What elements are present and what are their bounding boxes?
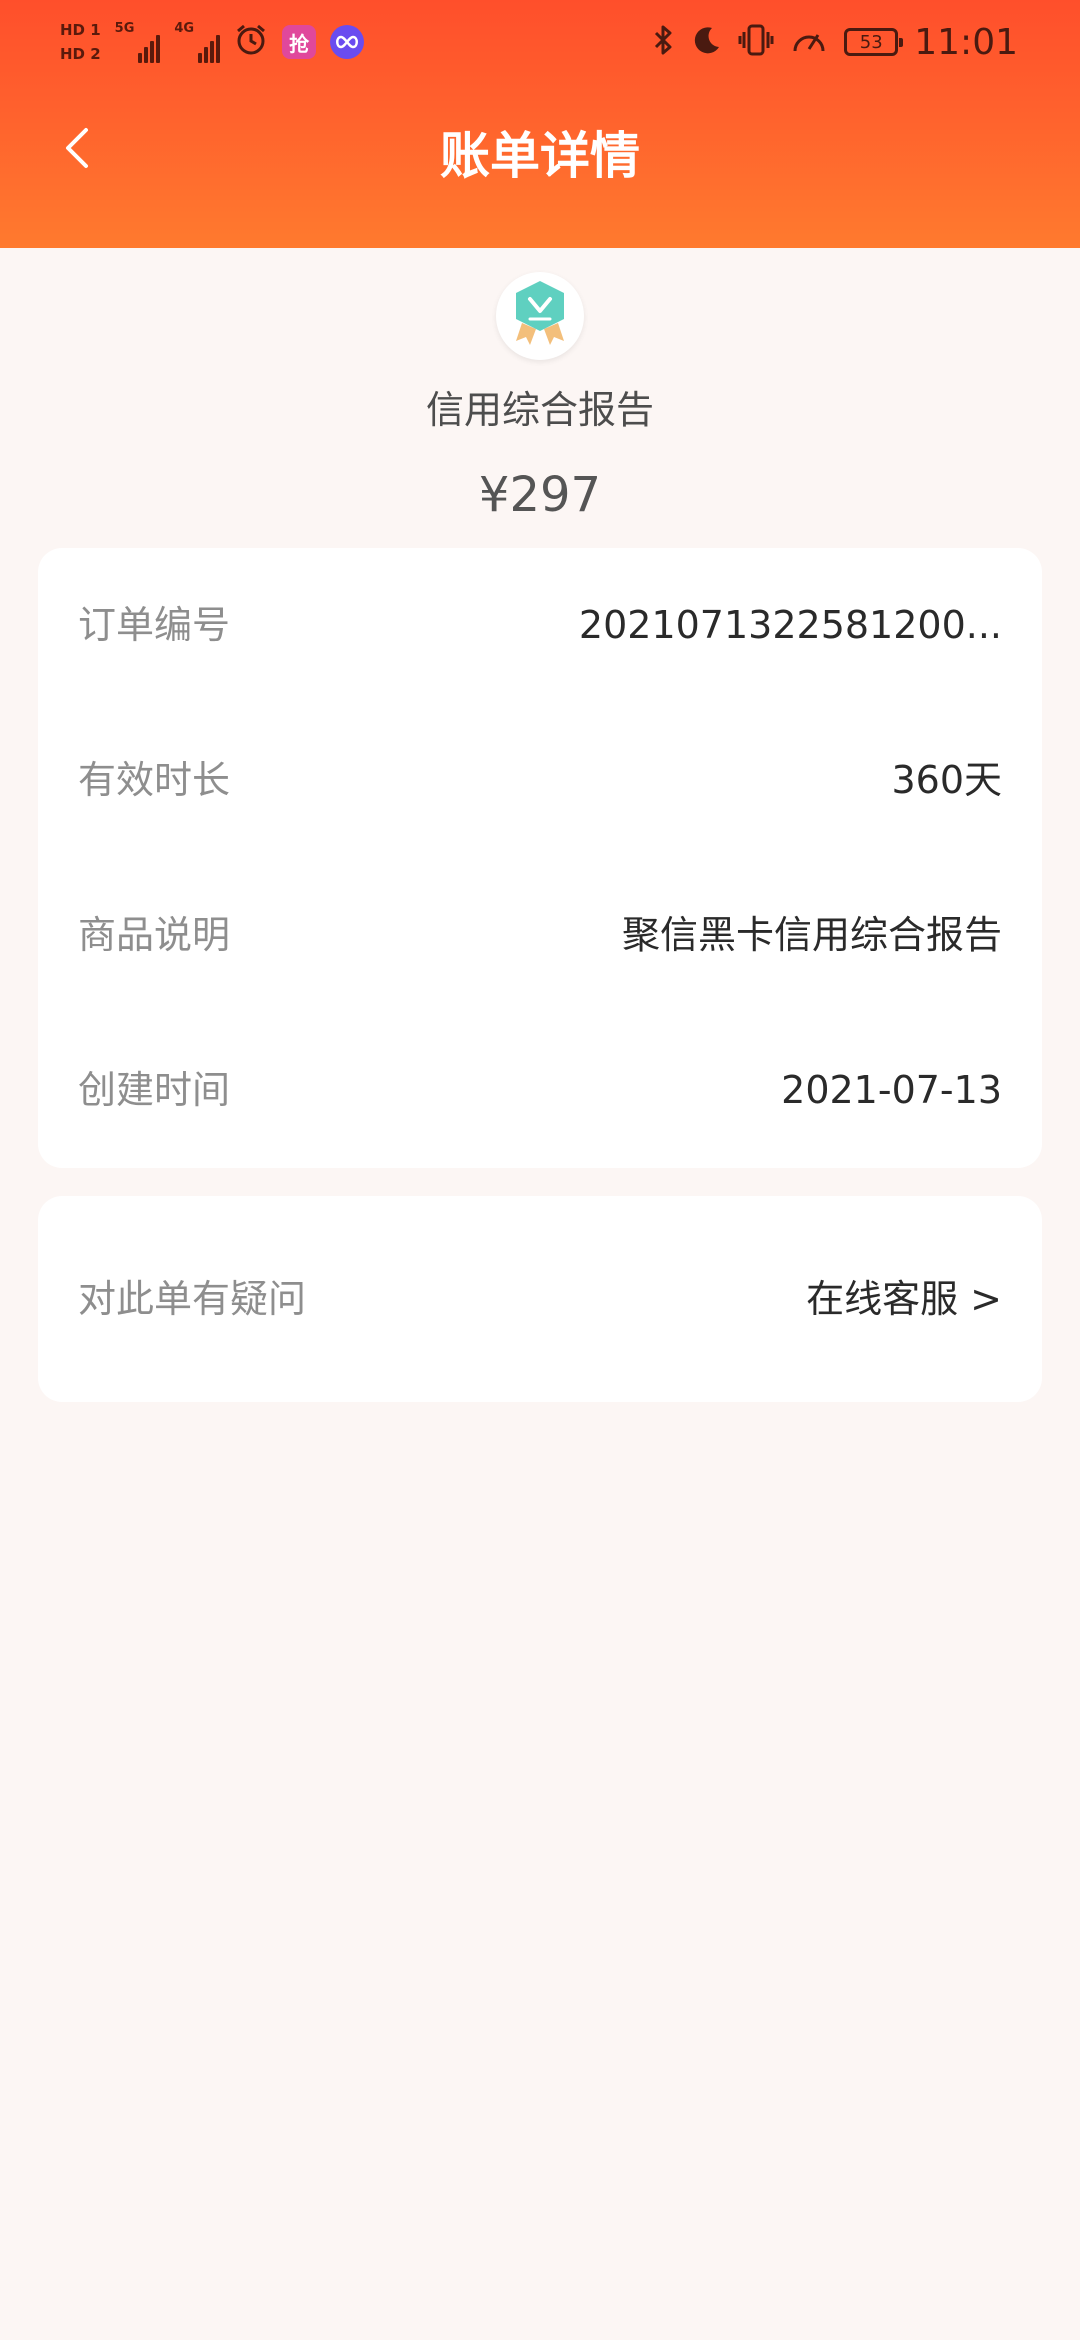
battery-indicator: 53 bbox=[844, 28, 904, 56]
order-details-card: 订单编号 2021071322581200... 有效时长 360天 商品说明 … bbox=[38, 548, 1042, 1168]
certificate-badge-icon bbox=[508, 279, 572, 353]
infinity-app-icon bbox=[330, 25, 365, 59]
description-value: 聚信黑卡信用综合报告 bbox=[621, 913, 1002, 957]
product-name: 信用综合报告 bbox=[425, 388, 654, 432]
online-support-link[interactable]: 在线客服 > bbox=[806, 1196, 1002, 1402]
created-time-row: 创建时间 2021-07-13 bbox=[38, 1013, 1042, 1168]
hd-indicators: HD 1 HD 2 bbox=[60, 20, 101, 64]
validity-row: 有效时长 360天 bbox=[38, 703, 1042, 858]
bluetooth-icon bbox=[652, 23, 676, 61]
order-number-row: 订单编号 2021071322581200... bbox=[38, 548, 1042, 703]
order-number-value: 2021071322581200... bbox=[578, 603, 1002, 647]
net2-label: 4G bbox=[174, 21, 195, 36]
status-left: HD 1 HD 2 5G 4G 抢 bbox=[60, 12, 365, 72]
app-notification-icon: 抢 bbox=[282, 25, 317, 59]
validity-value: 360天 bbox=[891, 758, 1002, 802]
signal-4g-icon: 4G bbox=[174, 21, 221, 63]
page-title: 账单详情 bbox=[440, 127, 640, 185]
order-number-label: 订单编号 bbox=[78, 603, 231, 647]
alarm-icon bbox=[234, 23, 268, 61]
support-card: 对此单有疑问 在线客服 > bbox=[38, 1196, 1042, 1402]
moon-icon bbox=[692, 25, 722, 59]
description-label: 商品说明 bbox=[78, 913, 231, 957]
net1-label: 5G bbox=[114, 21, 135, 36]
created-time-value: 2021-07-13 bbox=[781, 1068, 1002, 1112]
speed-icon bbox=[790, 23, 828, 61]
status-right: 53 11:01 bbox=[652, 12, 1018, 72]
product-badge bbox=[496, 272, 584, 360]
signal-5g-icon: 5G bbox=[115, 21, 161, 63]
created-time-label: 创建时间 bbox=[78, 1068, 231, 1112]
vibrate-icon bbox=[738, 23, 774, 61]
support-question-label: 对此单有疑问 bbox=[78, 1277, 307, 1321]
hd2-indicator: HD 2 bbox=[60, 45, 101, 63]
hd1-indicator: HD 1 bbox=[60, 21, 101, 39]
status-bar: HD 1 HD 2 5G 4G 抢 53 11:01 bbox=[0, 0, 1080, 84]
validity-label: 有效时长 bbox=[78, 758, 231, 802]
status-time: 11:01 bbox=[914, 21, 1018, 63]
description-row: 商品说明 聚信黑卡信用综合报告 bbox=[38, 858, 1042, 1013]
product-price: ¥297 bbox=[478, 467, 602, 523]
